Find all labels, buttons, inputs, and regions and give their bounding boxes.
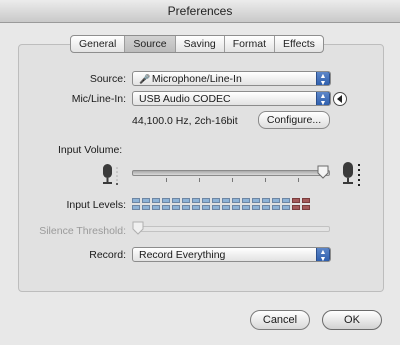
tab-bar: General Source Saving Format Effects xyxy=(70,35,324,53)
level-segment xyxy=(232,198,240,203)
level-segment xyxy=(222,205,230,210)
slider-tick xyxy=(265,178,266,182)
play-icon xyxy=(337,95,342,103)
level-segment xyxy=(282,198,290,203)
input-levels-meter xyxy=(132,198,310,210)
level-segment xyxy=(242,205,250,210)
mic-line-in-value: USB Audio CODEC xyxy=(139,93,231,105)
level-column xyxy=(292,198,300,210)
level-column xyxy=(162,198,170,210)
level-segment xyxy=(142,205,150,210)
play-through-button[interactable] xyxy=(333,92,347,106)
ok-button[interactable]: OK xyxy=(322,310,382,330)
slider-tick xyxy=(298,178,299,182)
level-column xyxy=(222,198,230,210)
level-segment xyxy=(262,198,270,203)
level-column xyxy=(252,198,260,210)
level-column xyxy=(302,198,310,210)
level-segment xyxy=(172,198,180,203)
configure-button[interactable]: Configure... xyxy=(258,111,330,129)
popup-arrows-icon: ▲ ▼ xyxy=(316,72,330,85)
microphone-small-icon: 🎤 xyxy=(139,74,151,84)
tab-general[interactable]: General xyxy=(71,36,126,52)
level-segment xyxy=(272,198,280,203)
record-popup[interactable]: Record Everything ▲ ▼ xyxy=(132,247,331,262)
source-popup[interactable]: 🎤 Microphone/Line-In ▲ ▼ xyxy=(132,71,331,86)
level-segment xyxy=(142,198,150,203)
level-column xyxy=(132,198,140,210)
level-column xyxy=(142,198,150,210)
popup-arrows-icon: ▲ ▼ xyxy=(316,92,330,105)
silence-threshold-track xyxy=(134,226,330,232)
tab-source[interactable]: Source xyxy=(125,36,176,52)
level-column xyxy=(152,198,160,210)
level-segment xyxy=(132,205,140,210)
level-segment-peak xyxy=(292,198,300,203)
level-column xyxy=(232,198,240,210)
level-segment-peak xyxy=(302,198,310,203)
input-volume-thumb[interactable] xyxy=(317,165,329,182)
slider-tick xyxy=(166,178,167,182)
level-segment xyxy=(132,198,140,203)
level-segment xyxy=(282,205,290,210)
input-volume-label: Input Volume: xyxy=(58,144,123,156)
level-segment xyxy=(152,198,160,203)
tab-format[interactable]: Format xyxy=(225,36,276,52)
microphone-high-icon xyxy=(340,160,364,191)
tab-effects[interactable]: Effects xyxy=(275,36,323,52)
level-column xyxy=(192,198,200,210)
level-segment xyxy=(152,205,160,210)
level-segment xyxy=(262,205,270,210)
mic-line-in-popup[interactable]: USB Audio CODEC ▲ ▼ xyxy=(132,91,331,106)
level-segment xyxy=(222,198,230,203)
level-segment xyxy=(172,205,180,210)
level-segment xyxy=(212,205,220,210)
level-column xyxy=(262,198,270,210)
level-segment-peak xyxy=(302,205,310,210)
format-info: 44,100.0 Hz, 2ch-16bit xyxy=(132,115,238,127)
preferences-window: Preferences General Source Saving Format… xyxy=(0,0,400,345)
level-segment xyxy=(252,198,260,203)
level-column xyxy=(242,198,250,210)
slider-tick xyxy=(232,178,233,182)
level-segment xyxy=(192,198,200,203)
slider-tick xyxy=(199,178,200,182)
level-column xyxy=(172,198,180,210)
record-label: Record: xyxy=(89,249,126,261)
cancel-button[interactable]: Cancel xyxy=(250,310,310,330)
level-segment xyxy=(212,198,220,203)
level-segment-peak xyxy=(292,205,300,210)
level-segment xyxy=(162,205,170,210)
silence-threshold-thumb xyxy=(132,221,144,238)
input-volume-track[interactable] xyxy=(132,170,330,176)
level-column xyxy=(272,198,280,210)
mic-line-in-label: Mic/Line-In: xyxy=(71,93,126,105)
source-value: Microphone/Line-In xyxy=(151,73,242,85)
level-segment xyxy=(202,198,210,203)
level-segment xyxy=(242,198,250,203)
level-segment xyxy=(232,205,240,210)
level-column xyxy=(182,198,190,210)
level-column xyxy=(202,198,210,210)
microphone-low-icon xyxy=(100,162,122,191)
level-column xyxy=(212,198,220,210)
level-segment xyxy=(272,205,280,210)
level-segment xyxy=(182,198,190,203)
level-segment xyxy=(182,205,190,210)
silence-threshold-label: Silence Threshold: xyxy=(39,225,126,237)
level-segment xyxy=(252,205,260,210)
record-value: Record Everything xyxy=(139,249,226,261)
level-segment xyxy=(192,205,200,210)
tab-saving[interactable]: Saving xyxy=(176,36,225,52)
level-segment xyxy=(162,198,170,203)
level-segment xyxy=(202,205,210,210)
input-levels-label: Input Levels: xyxy=(66,199,126,211)
source-label: Source: xyxy=(89,73,126,85)
popup-arrows-icon: ▲ ▼ xyxy=(316,248,330,261)
window-title: Preferences xyxy=(0,0,400,23)
level-column xyxy=(282,198,290,210)
